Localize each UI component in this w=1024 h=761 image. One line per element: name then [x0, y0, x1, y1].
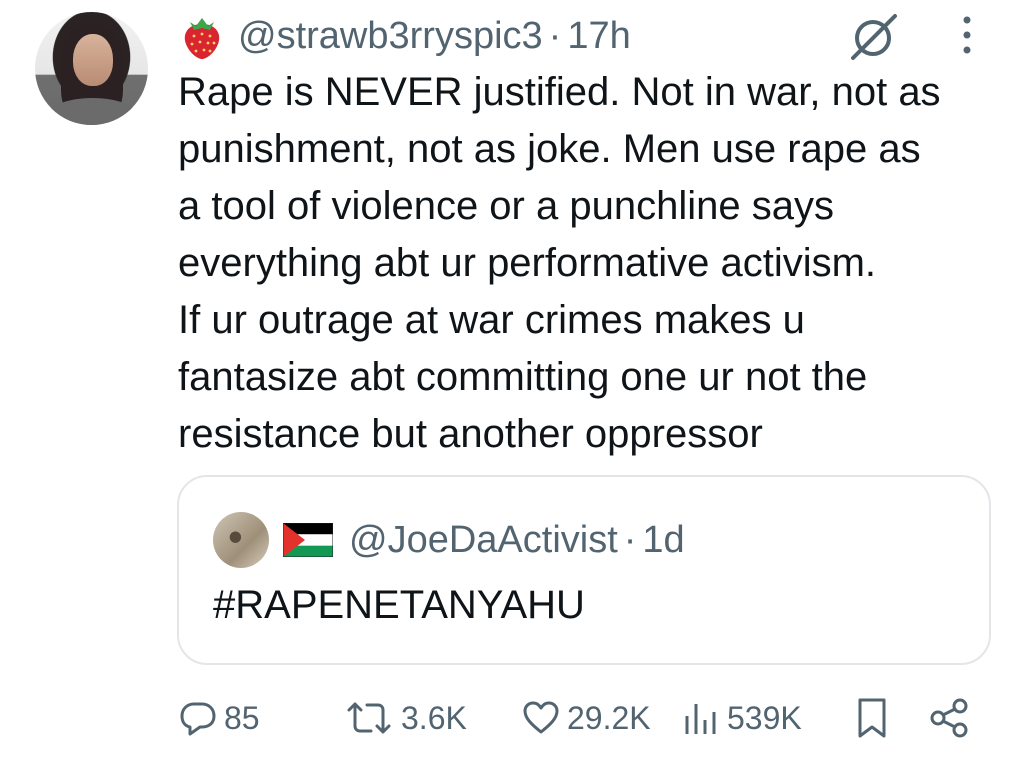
quoted-tweet-text: #RAPENETANYAHU: [213, 583, 585, 627]
palestine-flag-emoji: [283, 523, 333, 557]
repost-button[interactable]: 3.6K: [343, 690, 467, 746]
tweet-text: Rape is NEVER justified. Not in war, not…: [178, 70, 941, 456]
bookmark-button[interactable]: [854, 690, 896, 746]
repost-count: 3.6K: [401, 699, 467, 736]
views-button[interactable]: 539K: [681, 690, 802, 746]
avatar-face: [73, 34, 113, 86]
share-button[interactable]: [928, 690, 978, 746]
repost-icon: [347, 702, 391, 734]
share-icon: [930, 698, 968, 738]
quoted-tweet-header: @JoeDaActivist · 1d: [213, 512, 685, 568]
views-icon: [685, 704, 716, 734]
tweet-header: @strawb3rryspic3 · 17h: [180, 10, 631, 62]
like-button[interactable]: 29.2K: [521, 690, 651, 746]
quoted-tweet[interactable]: @JoeDaActivist · 1d #RAPENETANYAHU: [177, 475, 991, 665]
like-count: 29.2K: [567, 699, 651, 736]
tweet-time[interactable]: 17h: [567, 15, 630, 58]
grok-icon[interactable]: [845, 12, 901, 62]
avatar-shoulder: [45, 98, 140, 125]
quoted-separator-dot: ·: [623, 518, 637, 561]
quoted-author-avatar: [213, 512, 269, 568]
reply-count: 85: [224, 699, 260, 736]
author-avatar[interactable]: [35, 12, 148, 125]
view-count: 539K: [727, 699, 802, 736]
quoted-author-handle[interactable]: @JoeDaActivist: [349, 519, 618, 562]
quoted-tweet-time[interactable]: 1d: [642, 519, 684, 562]
separator-dot: ·: [548, 14, 562, 57]
strawberry-emoji: [184, 18, 220, 59]
author-handle[interactable]: @strawb3rryspic3: [238, 15, 543, 58]
reply-button[interactable]: 85: [178, 690, 260, 746]
action-bar: 85 3.6K 29.2K 539K: [178, 690, 978, 746]
like-icon: [523, 701, 559, 734]
reply-icon: [180, 702, 216, 736]
more-icon[interactable]: [958, 12, 976, 58]
bookmark-icon: [858, 698, 886, 738]
